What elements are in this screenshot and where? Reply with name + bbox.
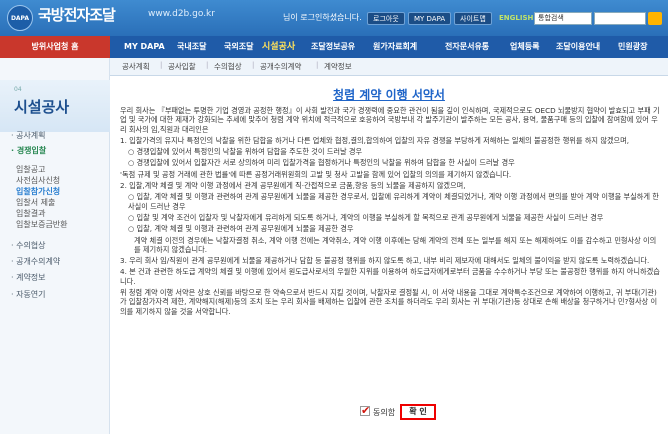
agree-checkbox[interactable]: ✔ — [360, 405, 370, 416]
sidebar-item[interactable]: 사전심사신청 — [16, 175, 60, 186]
sidebar-item[interactable]: 입찰결과 — [16, 208, 45, 219]
search-scope-select[interactable]: 통합검색 — [534, 12, 592, 25]
document-paragraph: '독점 규제 및 공정 거래에 관한 법률'에 따른 공정거래위원회의 고발 및… — [120, 169, 512, 179]
document-paragraph: 계약 체결 이전의 경우에는 낙찰자결정 취소, 계약 이행 전에는 계약취소,… — [134, 235, 657, 254]
sidebar: 04 시설공사 · 공사계획 · 경쟁입찰입찰공고 사전심사신청 입찰참가신청 입찰서 … — [0, 58, 110, 434]
nav-usage-guide[interactable]: 조달이용안내 — [556, 36, 600, 58]
english-link[interactable]: ENGLISH — [494, 12, 538, 25]
dapa-home-tab[interactable]: 방위사업청 홈 — [0, 36, 110, 58]
document-paragraph: 1. 입찰가격의 유지나 특정인의 낙찰을 위한 담합을 하거나 다른 업체와 … — [120, 135, 630, 145]
sidebar-item[interactable]: · 공개수의계약 — [11, 256, 60, 267]
dapa-logo-icon[interactable]: DAPA — [7, 5, 33, 31]
sub-nav: 공사계획 | 공사입찰 | 수의협상 | 공개수의계약 | 계약정보 — [110, 58, 668, 76]
logout-button[interactable]: 로그아웃 — [367, 12, 405, 25]
nav-e-documents[interactable]: 전자문서유통 — [445, 36, 489, 58]
sidebar-item[interactable]: 입찰참가신청 — [16, 186, 60, 197]
nav-overseas[interactable]: 국외조달 — [224, 36, 253, 58]
subnav-divider: | — [160, 61, 163, 69]
sidebar-item[interactable]: 입찰공고 — [16, 164, 45, 175]
subnav-bidding[interactable]: 공사입찰 — [168, 61, 196, 72]
document-paragraph: 우리 회사는 『부패없는 투명한 기업 경영과 공정한 행정』이 사회 발전과 … — [120, 106, 660, 134]
subnav-divider: | — [316, 61, 319, 69]
site-url: www.d2b.go.kr — [148, 9, 215, 19]
nav-registration[interactable]: 업체등록 — [510, 36, 539, 58]
main-nav: 방위사업청 홈 MY DAPA 국내조달 국외조달 시설공사 조달정보공유 원가… — [0, 36, 668, 58]
document-body: 우리 회사는 『부패없는 투명한 기업 경영과 공정한 행정』이 사회 발전과 … — [120, 106, 660, 318]
document-paragraph: ○ 경쟁입찰에 있어서 입찰자간 서로 상의하여 미리 입찰가격을 협정하거나 … — [128, 158, 515, 168]
subnav-divider: | — [252, 61, 255, 69]
sidebar-item[interactable]: · 수의협상 — [11, 240, 46, 251]
search-icon[interactable] — [648, 12, 662, 25]
document-paragraph: ○ 입찰, 계약 체결 및 이행과 관련하여 관계 공무원에게 뇌물을 제공한 … — [128, 224, 354, 234]
my-dapa-button[interactable]: MY DAPA — [408, 12, 452, 25]
sidebar-item[interactable]: · 경쟁입찰 — [11, 145, 46, 156]
nav-domestic[interactable]: 국내조달 — [177, 36, 206, 58]
subnav-divider: | — [206, 61, 209, 69]
nav-my-dapa[interactable]: MY DAPA — [124, 36, 165, 58]
nav-construction[interactable]: 시설공사 — [262, 36, 295, 58]
sidebar-title: 시설공사 — [14, 98, 70, 116]
nav-civil-service[interactable]: 민원광장 — [618, 36, 647, 58]
document-paragraph: ○ 경쟁입찰에 있어서 특정인의 낙찰을 위하여 담합을 주도한 것이 드러날 … — [128, 147, 363, 157]
site-title[interactable]: 국방전자조달 — [38, 4, 116, 25]
sidebar-section-number: 04 — [14, 86, 22, 93]
sidebar-item[interactable]: 입찰보증금반환 — [16, 219, 68, 230]
document-paragraph: ○ 입찰, 계약 체결 및 이행과 관련하여 관계 공무원에게 뇌물을 제공한 … — [128, 192, 659, 211]
subnav-plan[interactable]: 공사계획 — [122, 61, 150, 72]
sidebar-item[interactable]: · 계약정보 — [11, 272, 46, 283]
document-paragraph: 위 청렴 계약 이행 서약은 상호 신뢰를 바탕으로 한 약속으로서 반드시 지… — [120, 288, 658, 316]
top-header: DAPA 국방전자조달 www.d2b.go.kr 님이 로그인하셨습니다. 로… — [0, 0, 668, 36]
nav-procurement-info[interactable]: 조달정보공유 — [311, 36, 355, 58]
document-paragraph: ○ 입찰 및 계약 조건이 입찰자 및 낙찰자에게 유리하게 되도록 하거나, … — [128, 212, 604, 222]
subnav-negotiation[interactable]: 수의협상 — [214, 61, 242, 72]
subnav-open-contract[interactable]: 공개수의계약 — [260, 61, 301, 72]
confirm-button[interactable]: 확 인 — [400, 404, 436, 420]
login-message: 님이 로그인하셨습니다. — [283, 13, 362, 22]
sidebar-item[interactable]: · 공사계획 — [11, 130, 46, 141]
document-title: 청렴 계약 이행 서약서 — [333, 88, 445, 102]
search-input[interactable] — [594, 12, 646, 25]
document-paragraph: 3. 우리 회사 임/직원이 관계 공무원에게 뇌물을 제공하거나 담합 등 불… — [120, 256, 650, 266]
subnav-contract-info[interactable]: 계약정보 — [324, 61, 352, 72]
sidebar-header: 04 시설공사 — [0, 80, 110, 132]
agree-label[interactable]: 동의함 — [373, 407, 395, 418]
main-content: 청렴 계약 이행 서약서 우리 회사는 『부패없는 투명한 기업 경영과 공정한… — [110, 76, 668, 434]
document-paragraph: 2. 입찰,계약 체결 및 계약 이행 과정에서 관계 공무원에게 직·간접적으… — [120, 181, 466, 191]
sitemap-button[interactable]: 사이트맵 — [454, 12, 492, 25]
sidebar-item[interactable]: · 자동연기 — [11, 289, 46, 300]
sidebar-item[interactable]: 입찰서 제출 — [16, 197, 55, 208]
document-paragraph: 4. 본 건과 관련한 하도급 계약의 체결 및 이행에 있어서 원도급사로서의… — [120, 267, 660, 286]
nav-cost-accounting[interactable]: 원가자료회계 — [373, 36, 417, 58]
